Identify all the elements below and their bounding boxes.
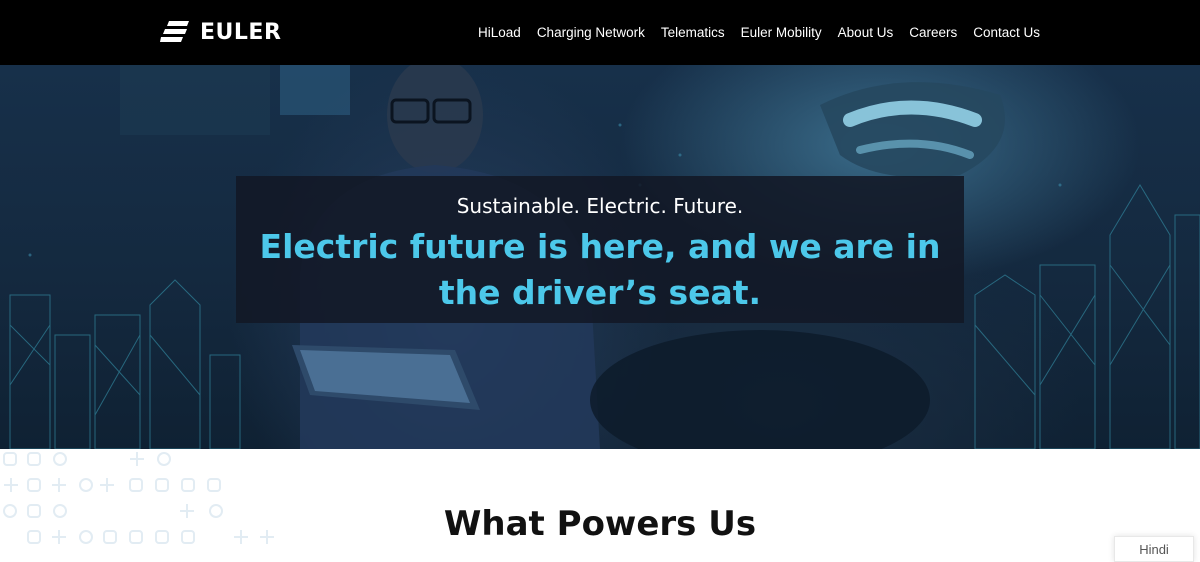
nav-item-about-us[interactable]: About Us (838, 25, 894, 40)
nav-item-careers[interactable]: Careers (909, 25, 957, 40)
language-toggle-button[interactable]: Hindi (1114, 536, 1194, 562)
nav-item-telematics[interactable]: Telematics (661, 25, 725, 40)
nav-item-euler-mobility[interactable]: Euler Mobility (741, 25, 822, 40)
nav-item-hiload[interactable]: HiLoad (478, 25, 521, 40)
hero-text-box: Sustainable. Electric. Future. Electric … (236, 176, 964, 323)
nav-item-contact-us[interactable]: Contact Us (973, 25, 1040, 40)
section-title-what-powers-us: What Powers Us (443, 504, 757, 544)
hero-tagline: Sustainable. Electric. Future. (456, 194, 744, 218)
nav-item-charging-network[interactable]: Charging Network (537, 25, 645, 40)
brand-logo[interactable]: EULER (160, 19, 281, 45)
main-nav: HiLoad Charging Network Telematics Euler… (478, 0, 1040, 65)
brand-name: EULER (200, 19, 282, 45)
hero-banner: Sustainable. Electric. Future. Electric … (0, 65, 1200, 449)
site-header: EULER HiLoad Charging Network Telematics… (0, 0, 1200, 65)
speed-lines-icon (160, 21, 189, 42)
hero-headline: Electric future is here, and we are in t… (259, 227, 941, 312)
